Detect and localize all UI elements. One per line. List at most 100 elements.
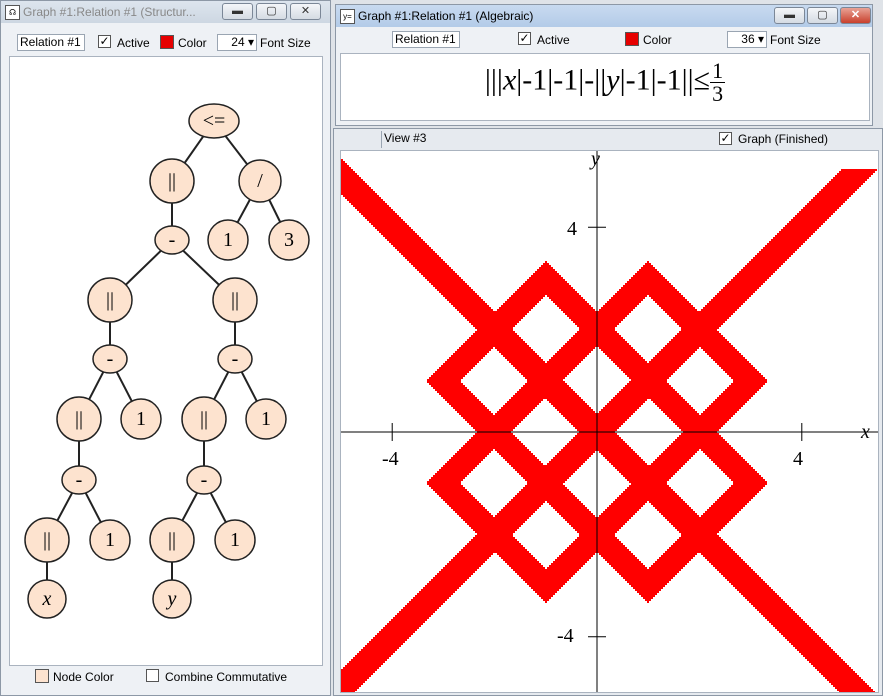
node-minus-x-inner[interactable]: - xyxy=(61,465,97,495)
region-strip xyxy=(727,283,763,285)
relation-name-field[interactable]: Relation #1 xyxy=(17,34,85,51)
region-strip xyxy=(807,203,843,205)
region-strip xyxy=(619,391,677,393)
region-strip xyxy=(669,341,729,343)
region-strip xyxy=(429,479,463,481)
node-minus-top[interactable]: - xyxy=(154,225,190,255)
node-abs-y-inner[interactable]: || xyxy=(149,517,195,563)
minimize-button[interactable]: ▬ xyxy=(222,3,253,20)
node-abs-x-inner[interactable]: || xyxy=(24,517,70,563)
close-button[interactable]: ✕ xyxy=(290,3,321,20)
region-strip xyxy=(457,411,491,413)
region-strip xyxy=(445,565,481,567)
node-one-x-inner[interactable]: 1 xyxy=(89,519,131,561)
node-color-swatch[interactable] xyxy=(35,669,49,683)
node-one-numerator[interactable]: 1 xyxy=(207,219,249,261)
region-strip xyxy=(653,461,687,463)
region-strip xyxy=(515,469,577,471)
region-strip xyxy=(469,439,519,441)
node-abs-x-middle[interactable]: || xyxy=(56,396,102,442)
node-abs-x-outer[interactable]: || xyxy=(87,277,133,323)
region-strip xyxy=(625,385,671,387)
region-strip xyxy=(517,391,575,393)
region-strip xyxy=(771,239,807,241)
algebraic-titlebar[interactable]: y= Graph #1:Relation #1 (Algebraic) ▬ ▢ … xyxy=(336,5,872,27)
graph-plot[interactable]: x y -4 4 4 -4 xyxy=(341,151,878,692)
region-strip xyxy=(655,301,689,303)
node-minus-x-outer[interactable]: - xyxy=(92,344,128,374)
region-strip xyxy=(663,411,697,413)
region-strip xyxy=(725,389,759,391)
close-button[interactable]: ✕ xyxy=(840,7,871,24)
region-strip xyxy=(663,347,699,349)
structure-titlebar[interactable]: ☊ Graph #1:Relation #1 (Structur... ▬ ▢ … xyxy=(1,1,330,23)
region-strip xyxy=(463,417,525,419)
region-strip xyxy=(441,395,475,397)
node-minus-y-inner[interactable]: - xyxy=(186,465,222,495)
node-one-y-inner[interactable]: 1 xyxy=(214,519,256,561)
region-strip xyxy=(511,499,579,501)
region-strip xyxy=(423,275,459,277)
region-strip xyxy=(503,507,539,509)
node-minus-y-outer[interactable]: - xyxy=(217,344,253,374)
region-strip xyxy=(713,461,747,463)
view-name-field[interactable]: View #3 xyxy=(381,131,501,148)
region-strip xyxy=(673,337,725,339)
minimize-button[interactable]: ▬ xyxy=(774,7,805,24)
region-strip xyxy=(439,571,475,573)
region-strip xyxy=(439,367,473,369)
region-strip xyxy=(603,305,637,307)
region-strip xyxy=(725,491,759,493)
region-strip xyxy=(519,389,573,391)
active-checkbox[interactable]: ✓ xyxy=(98,35,111,48)
region-strip xyxy=(495,413,529,415)
region-strip xyxy=(557,305,591,307)
region-strip xyxy=(797,649,833,651)
node-variable-x[interactable]: x xyxy=(27,579,67,619)
region-strip xyxy=(715,361,749,363)
region-strip xyxy=(545,261,547,263)
color-swatch[interactable] xyxy=(160,35,174,49)
graph-canvas[interactable]: x y -4 4 4 -4 xyxy=(340,150,879,693)
node-abs-y-outer[interactable]: || xyxy=(212,277,258,323)
node-abs-main[interactable]: || xyxy=(149,158,195,204)
region-strip xyxy=(467,421,521,423)
region-strip xyxy=(429,383,463,385)
node-variable-y[interactable]: y xyxy=(152,579,192,619)
color-swatch[interactable] xyxy=(625,32,639,46)
region-strip xyxy=(669,445,731,447)
region-strip xyxy=(665,413,699,415)
font-size-select[interactable]: 24 ▾ xyxy=(217,34,257,51)
region-strip xyxy=(433,373,467,375)
region-strip xyxy=(601,513,635,515)
combine-commutative-checkbox[interactable] xyxy=(146,669,159,682)
region-strip xyxy=(715,399,749,401)
font-size-select[interactable]: 36 ▾ xyxy=(727,31,767,48)
region-strip xyxy=(465,443,523,445)
region-strip xyxy=(509,297,543,299)
node-root-le[interactable]: <= xyxy=(188,103,240,139)
region-strip xyxy=(341,677,369,679)
node-divide[interactable]: / xyxy=(238,159,282,203)
node-abs-y-middle[interactable]: || xyxy=(181,396,227,442)
svg-text:-: - xyxy=(169,229,176,251)
node-one-y-outer[interactable]: 1 xyxy=(245,398,287,440)
node-one-x-outer[interactable]: 1 xyxy=(120,398,162,440)
maximize-button[interactable]: ▢ xyxy=(807,7,838,24)
region-strip xyxy=(601,307,635,309)
region-strip xyxy=(661,349,697,351)
region-strip xyxy=(673,525,725,527)
region-strip xyxy=(629,485,669,487)
algebraic-formula[interactable]: |||x|-1|-1|-||y|-1|-1||≤ 1 3 xyxy=(341,60,869,105)
graph-finished-checkbox[interactable]: ✓ xyxy=(719,132,732,145)
active-checkbox[interactable]: ✓ xyxy=(518,32,531,45)
region-strip xyxy=(405,257,441,259)
region-strip xyxy=(391,619,427,621)
region-strip xyxy=(349,661,385,663)
region-strip xyxy=(447,563,483,565)
node-three-denominator[interactable]: 3 xyxy=(268,219,310,261)
region-strip xyxy=(527,583,565,585)
region-strip xyxy=(419,591,455,593)
relation-name-field[interactable]: Relation #1 xyxy=(392,31,460,48)
maximize-button[interactable]: ▢ xyxy=(256,3,287,20)
